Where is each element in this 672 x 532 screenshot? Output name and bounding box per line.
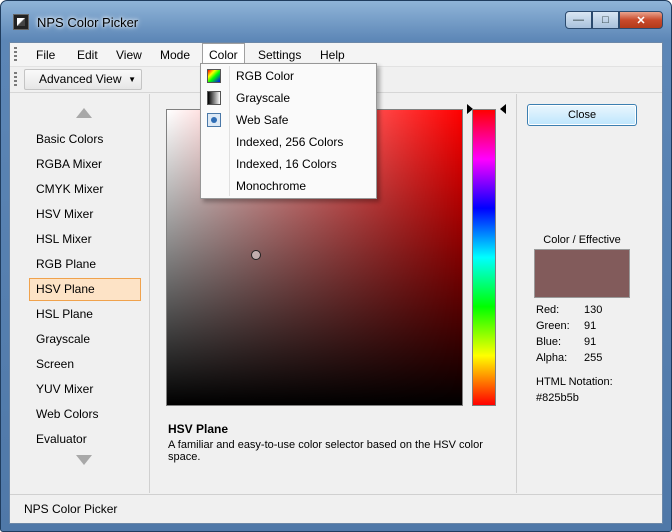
menu-item-label: Indexed, 16 Colors	[236, 157, 337, 171]
sidebar-item-hsv-plane[interactable]: HSV Plane	[29, 278, 141, 301]
toolbar-grip-icon	[14, 72, 17, 88]
sidebar-item-basic-colors[interactable]: Basic Colors	[29, 128, 141, 151]
menu-item-label: RGB Color	[236, 69, 295, 83]
menu-file[interactable]: File	[30, 43, 61, 67]
red-value: 130	[584, 304, 603, 316]
hue-marker-right-icon[interactable]	[500, 104, 506, 114]
menu-item-grayscale[interactable]: Grayscale	[203, 87, 374, 109]
menu-item-indexed-16[interactable]: Indexed, 16 Colors	[203, 153, 374, 175]
sidebar-item-evaluator[interactable]: Evaluator	[29, 428, 141, 451]
status-bar: NPS Color Picker	[10, 494, 662, 523]
menu-item-label: Monochrome	[236, 179, 307, 193]
sidebar-item-web-colors[interactable]: Web Colors	[29, 403, 141, 426]
color-info-panel: Close Color / Effective Red: 130 Green: …	[518, 94, 662, 493]
maximize-button[interactable]: □	[592, 11, 619, 29]
window-controls: — □ ✕	[565, 11, 663, 29]
menu-item-monochrome[interactable]: Monochrome	[203, 175, 374, 197]
alpha-label: Alpha:	[536, 352, 568, 364]
window-title: NPS Color Picker	[37, 15, 139, 30]
sidebar-item-grayscale[interactable]: Grayscale	[29, 328, 141, 351]
title-bar[interactable]: NPS Color Picker — □ ✕	[1, 1, 671, 41]
color-cursor[interactable]	[250, 249, 261, 260]
mode-description: A familiar and easy-to-use color selecto…	[168, 439, 483, 463]
sidebar-item-hsv-mixer[interactable]: HSV Mixer	[29, 203, 141, 226]
mode-sidebar: Basic Colors RGBA Mixer CMYK Mixer HSV M…	[10, 94, 150, 493]
menu-item-rgb-color[interactable]: RGB Color	[203, 65, 374, 87]
web-safe-icon	[207, 113, 221, 127]
close-button[interactable]: Close	[527, 104, 637, 126]
menu-item-web-safe[interactable]: Web Safe	[203, 109, 374, 131]
menu-edit[interactable]: Edit	[71, 43, 104, 67]
scroll-up-arrow-icon[interactable]	[76, 108, 92, 118]
green-label: Green:	[536, 320, 570, 332]
sidebar-item-cmyk-mixer[interactable]: CMYK Mixer	[29, 178, 141, 201]
red-label: Red:	[536, 304, 560, 316]
hue-slider[interactable]	[472, 109, 496, 406]
menu-view[interactable]: View	[110, 43, 148, 67]
close-window-button[interactable]: ✕	[619, 11, 663, 29]
app-icon	[13, 14, 29, 30]
grayscale-icon	[207, 91, 221, 105]
sidebar-item-hsl-mixer[interactable]: HSL Mixer	[29, 228, 141, 251]
green-value: 91	[584, 320, 597, 332]
advanced-view-dropdown[interactable]: Advanced View ▼	[24, 69, 142, 90]
dropdown-caret-icon: ▼	[128, 75, 136, 84]
swatch-label: Color / Effective	[543, 234, 621, 246]
alpha-value: 255	[584, 352, 603, 364]
menu-grip-icon	[14, 47, 17, 63]
advanced-view-label: Advanced View	[39, 72, 122, 86]
scroll-down-arrow-icon[interactable]	[76, 455, 92, 465]
menu-item-label: Indexed, 256 Colors	[236, 135, 344, 149]
color-swatch	[534, 249, 630, 298]
menu-item-label: Web Safe	[236, 113, 289, 127]
menu-item-indexed-256[interactable]: Indexed, 256 Colors	[203, 131, 374, 153]
blue-value: 91	[584, 336, 597, 348]
html-notation-value: #825b5b	[536, 392, 579, 404]
rgb-color-icon	[207, 69, 221, 83]
menu-mode[interactable]: Mode	[154, 43, 196, 67]
color-menu-dropdown: RGB Color Grayscale Web Safe Indexed, 25…	[200, 63, 377, 199]
minimize-button[interactable]: —	[565, 11, 592, 29]
sidebar-item-screen[interactable]: Screen	[29, 353, 141, 376]
menu-item-label: Grayscale	[236, 91, 291, 105]
mode-title: HSV Plane	[168, 422, 229, 436]
sidebar-item-rgba-mixer[interactable]: RGBA Mixer	[29, 153, 141, 176]
blue-label: Blue:	[536, 336, 562, 348]
html-notation-label: HTML Notation:	[536, 376, 613, 388]
sidebar-item-yuv-mixer[interactable]: YUV Mixer	[29, 378, 141, 401]
sidebar-item-rgb-plane[interactable]: RGB Plane	[29, 253, 141, 276]
status-text: NPS Color Picker	[24, 502, 118, 516]
sidebar-item-hsl-plane[interactable]: HSL Plane	[29, 303, 141, 326]
